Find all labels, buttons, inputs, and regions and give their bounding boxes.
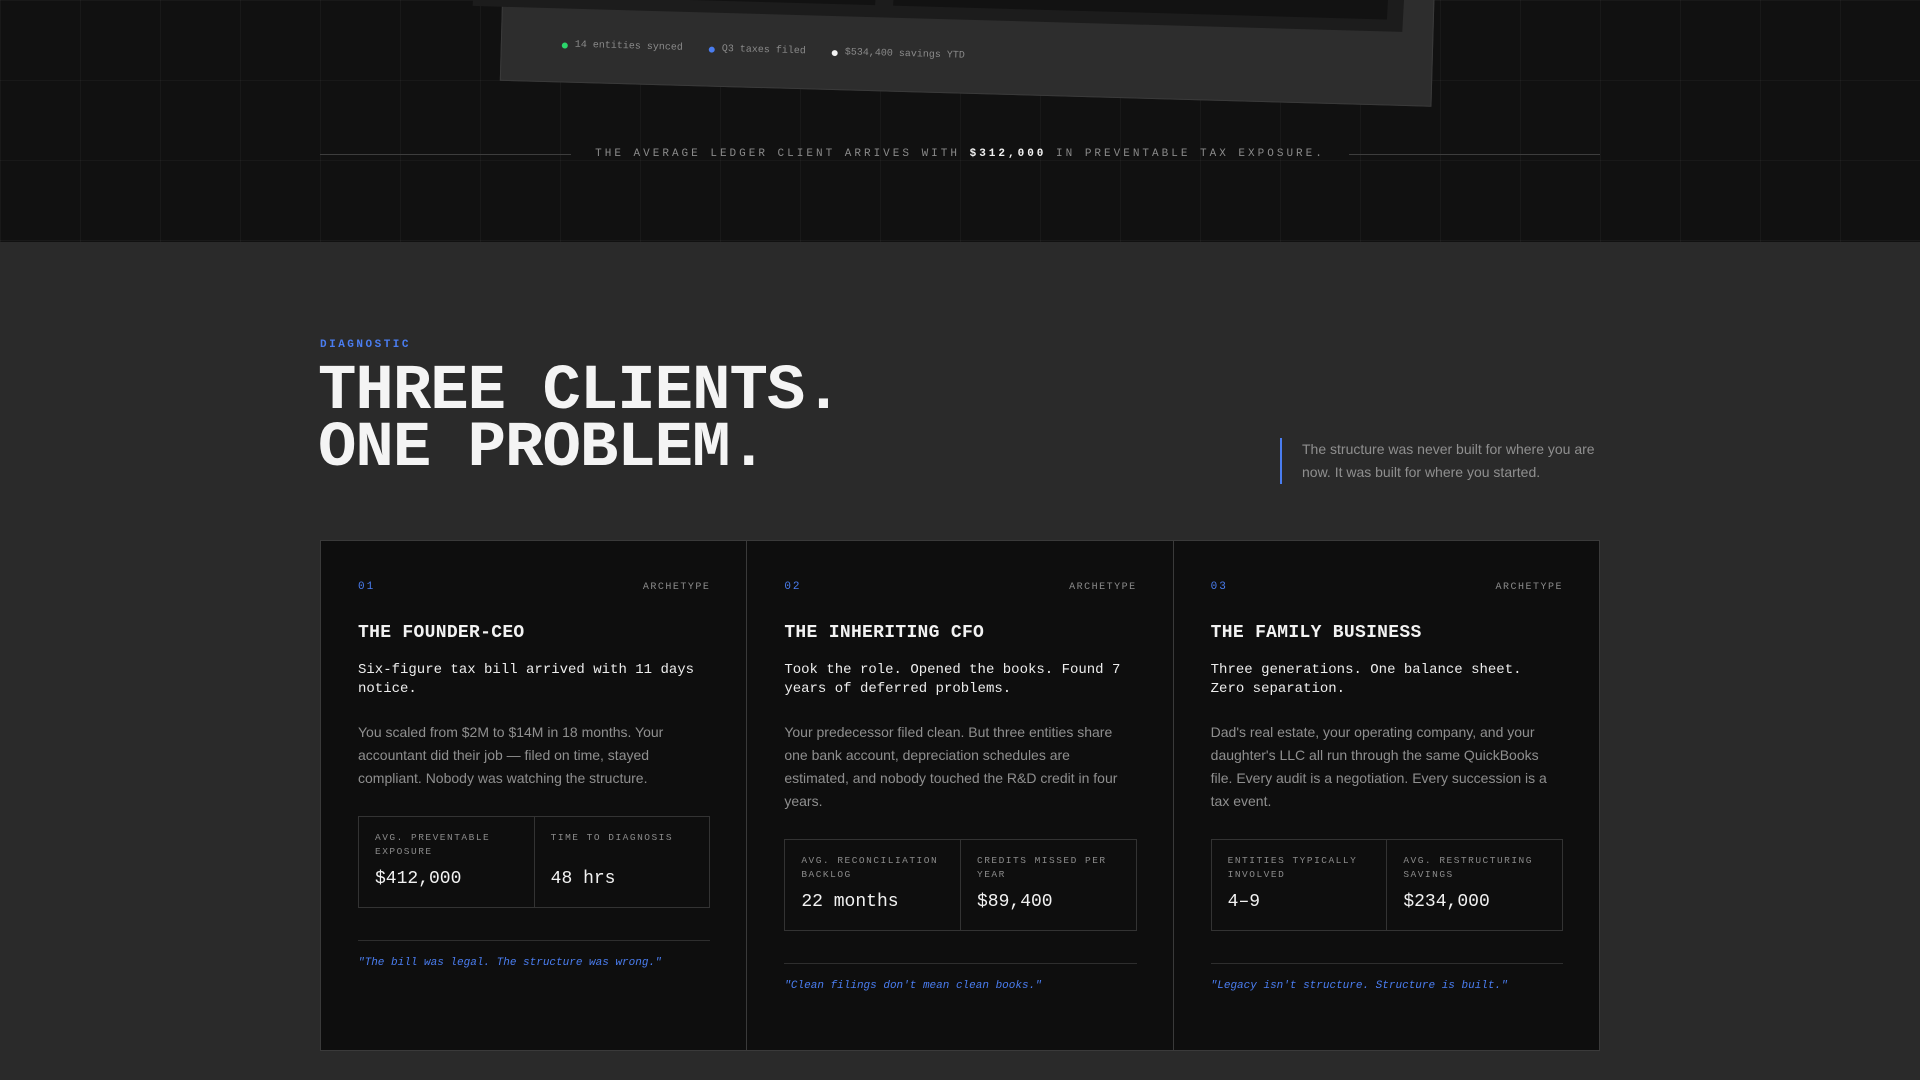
archetype-card-inheriting-cfo: 02 ARCHETYPE THE INHERITING CFO Took the…	[747, 541, 1174, 1050]
dashboard-status-bar: 14 entities synced Q3 taxes filed $534,4…	[561, 39, 965, 62]
card-lede: Took the role. Opened the books. Found 7…	[784, 662, 1121, 697]
archetype-card-founder-ceo: 01 ARCHETYPE THE FOUNDER-CEO Six-figure …	[321, 541, 748, 1050]
dashboard-tile	[893, 0, 1390, 20]
status-label: 14 entities synced	[574, 39, 683, 54]
card-number: 02	[784, 581, 802, 593]
card-body: Dad's real estate, your operating compan…	[1210, 724, 1547, 809]
archetype-card-family-business: 03 ARCHETYPE THE FAMILY BUSINESS Three g…	[1174, 541, 1599, 1050]
card-body: You scaled from $2M to $14M in 18 months…	[358, 724, 664, 786]
card-tag: ARCHETYPE	[1495, 582, 1563, 593]
metric-value: 4–9	[1227, 892, 1261, 912]
status-label: Q3 taxes filed	[721, 43, 806, 58]
card-metrics: ENTITIES TYPICALLY INVOLVED 4–9 AVG. RES…	[1210, 839, 1563, 931]
archetype-cards: 01 ARCHETYPE THE FOUNDER-CEO Six-figure …	[320, 540, 1600, 1051]
card-header: 02 ARCHETYPE	[784, 581, 1136, 593]
hero-band: 14 entities synced Q3 taxes filed $534,4…	[0, 0, 1920, 242]
dashboard-tile	[653, 0, 878, 6]
metric-value: $412,000	[375, 869, 462, 889]
divider	[1210, 963, 1563, 964]
divider	[320, 153, 572, 155]
exposure-stat-line: THE AVERAGE LEDGER CLIENT ARRIVES WITH $…	[320, 146, 1600, 162]
status-dot-icon	[561, 41, 568, 49]
metric-label: TIME TO DIAGNOSIS	[550, 832, 674, 843]
metric-label: ENTITIES TYPICALLY INVOLVED	[1227, 855, 1358, 880]
metric: AVG. RESTRUCTURING SAVINGS $234,000	[1386, 840, 1562, 930]
card-quote: "Legacy isn't structure. Structure is bu…	[1210, 980, 1508, 992]
card-metrics: AVG. RECONCILIATION BACKLOG 22 months CR…	[784, 839, 1137, 931]
metric-value: $234,000	[1403, 892, 1490, 912]
card-metrics: AVG. PREVENTABLE EXPOSURE $412,000 TIME …	[358, 816, 711, 908]
card-number: 01	[358, 581, 376, 593]
divider	[784, 963, 1137, 964]
metric-value: 22 months	[801, 892, 899, 912]
metric-label: AVG. RECONCILIATION BACKLOG	[801, 855, 939, 880]
card-header: 03 ARCHETYPE	[1211, 581, 1563, 593]
status-dot-icon	[708, 46, 715, 53]
card-lede: Three generations. One balance sheet. Ze…	[1210, 662, 1522, 697]
headline-line-2: ONE PROBLEM.	[318, 413, 768, 485]
card-header: 01 ARCHETYPE	[358, 581, 710, 593]
card-title: THE FAMILY BUSINESS	[1210, 623, 1422, 643]
stat-value: $312,000	[969, 148, 1047, 160]
metric: AVG. PREVENTABLE EXPOSURE $412,000	[359, 817, 534, 907]
metric: TIME TO DIAGNOSIS 48 hrs	[533, 817, 710, 907]
card-number: 03	[1210, 581, 1228, 593]
divider	[358, 940, 711, 941]
metric: ENTITIES TYPICALLY INVOLVED 4–9	[1212, 840, 1387, 930]
metric-label: AVG. RESTRUCTURING SAVINGS	[1403, 855, 1533, 880]
section-eyebrow: DIAGNOSTIC	[320, 339, 412, 351]
card-title: THE FOUNDER-CEO	[358, 623, 525, 643]
metric-value: 48 hrs	[550, 869, 616, 889]
metric-value: $89,400	[977, 892, 1053, 912]
card-quote: "The bill was legal. The structure was w…	[358, 957, 662, 969]
section-side-quote: The structure was never built for where …	[1280, 438, 1600, 484]
card-title: THE INHERITING CFO	[784, 623, 985, 643]
metric-label: AVG. PREVENTABLE EXPOSURE	[375, 832, 491, 857]
metric: CREDITS MISSED PER YEAR $89,400	[960, 840, 1136, 930]
card-body: Your predecessor filed clean. But three …	[784, 724, 1118, 809]
metric: AVG. RECONCILIATION BACKLOG 22 months	[785, 840, 960, 930]
exposure-stat-text: THE AVERAGE LEDGER CLIENT ARRIVES WITH $…	[595, 148, 1325, 160]
divider	[1348, 153, 1600, 155]
status-label: $534,400 savings YTD	[844, 47, 965, 62]
dashboard-preview: 14 entities synced Q3 taxes filed $534,4…	[472, 0, 1436, 117]
status-dot-icon	[831, 49, 838, 56]
status-entities-synced: 14 entities synced	[561, 39, 683, 54]
card-tag: ARCHETYPE	[642, 582, 711, 593]
card-quote: "Clean filings don't mean clean books."	[784, 980, 1042, 992]
stat-suffix: IN PREVENTABLE TAX EXPOSURE.	[1056, 148, 1325, 160]
section-headline: THREE CLIENTS. ONE PROBLEM.	[318, 360, 1218, 485]
status-taxes-filed: Q3 taxes filed	[708, 43, 806, 58]
metric-label: CREDITS MISSED PER YEAR	[977, 855, 1107, 880]
stat-prefix: THE AVERAGE LEDGER CLIENT ARRIVES WITH	[595, 148, 960, 160]
card-tag: ARCHETYPE	[1069, 582, 1137, 593]
status-savings-ytd: $534,400 savings YTD	[831, 47, 965, 62]
card-lede: Six-figure tax bill arrived with 11 days…	[358, 662, 695, 697]
